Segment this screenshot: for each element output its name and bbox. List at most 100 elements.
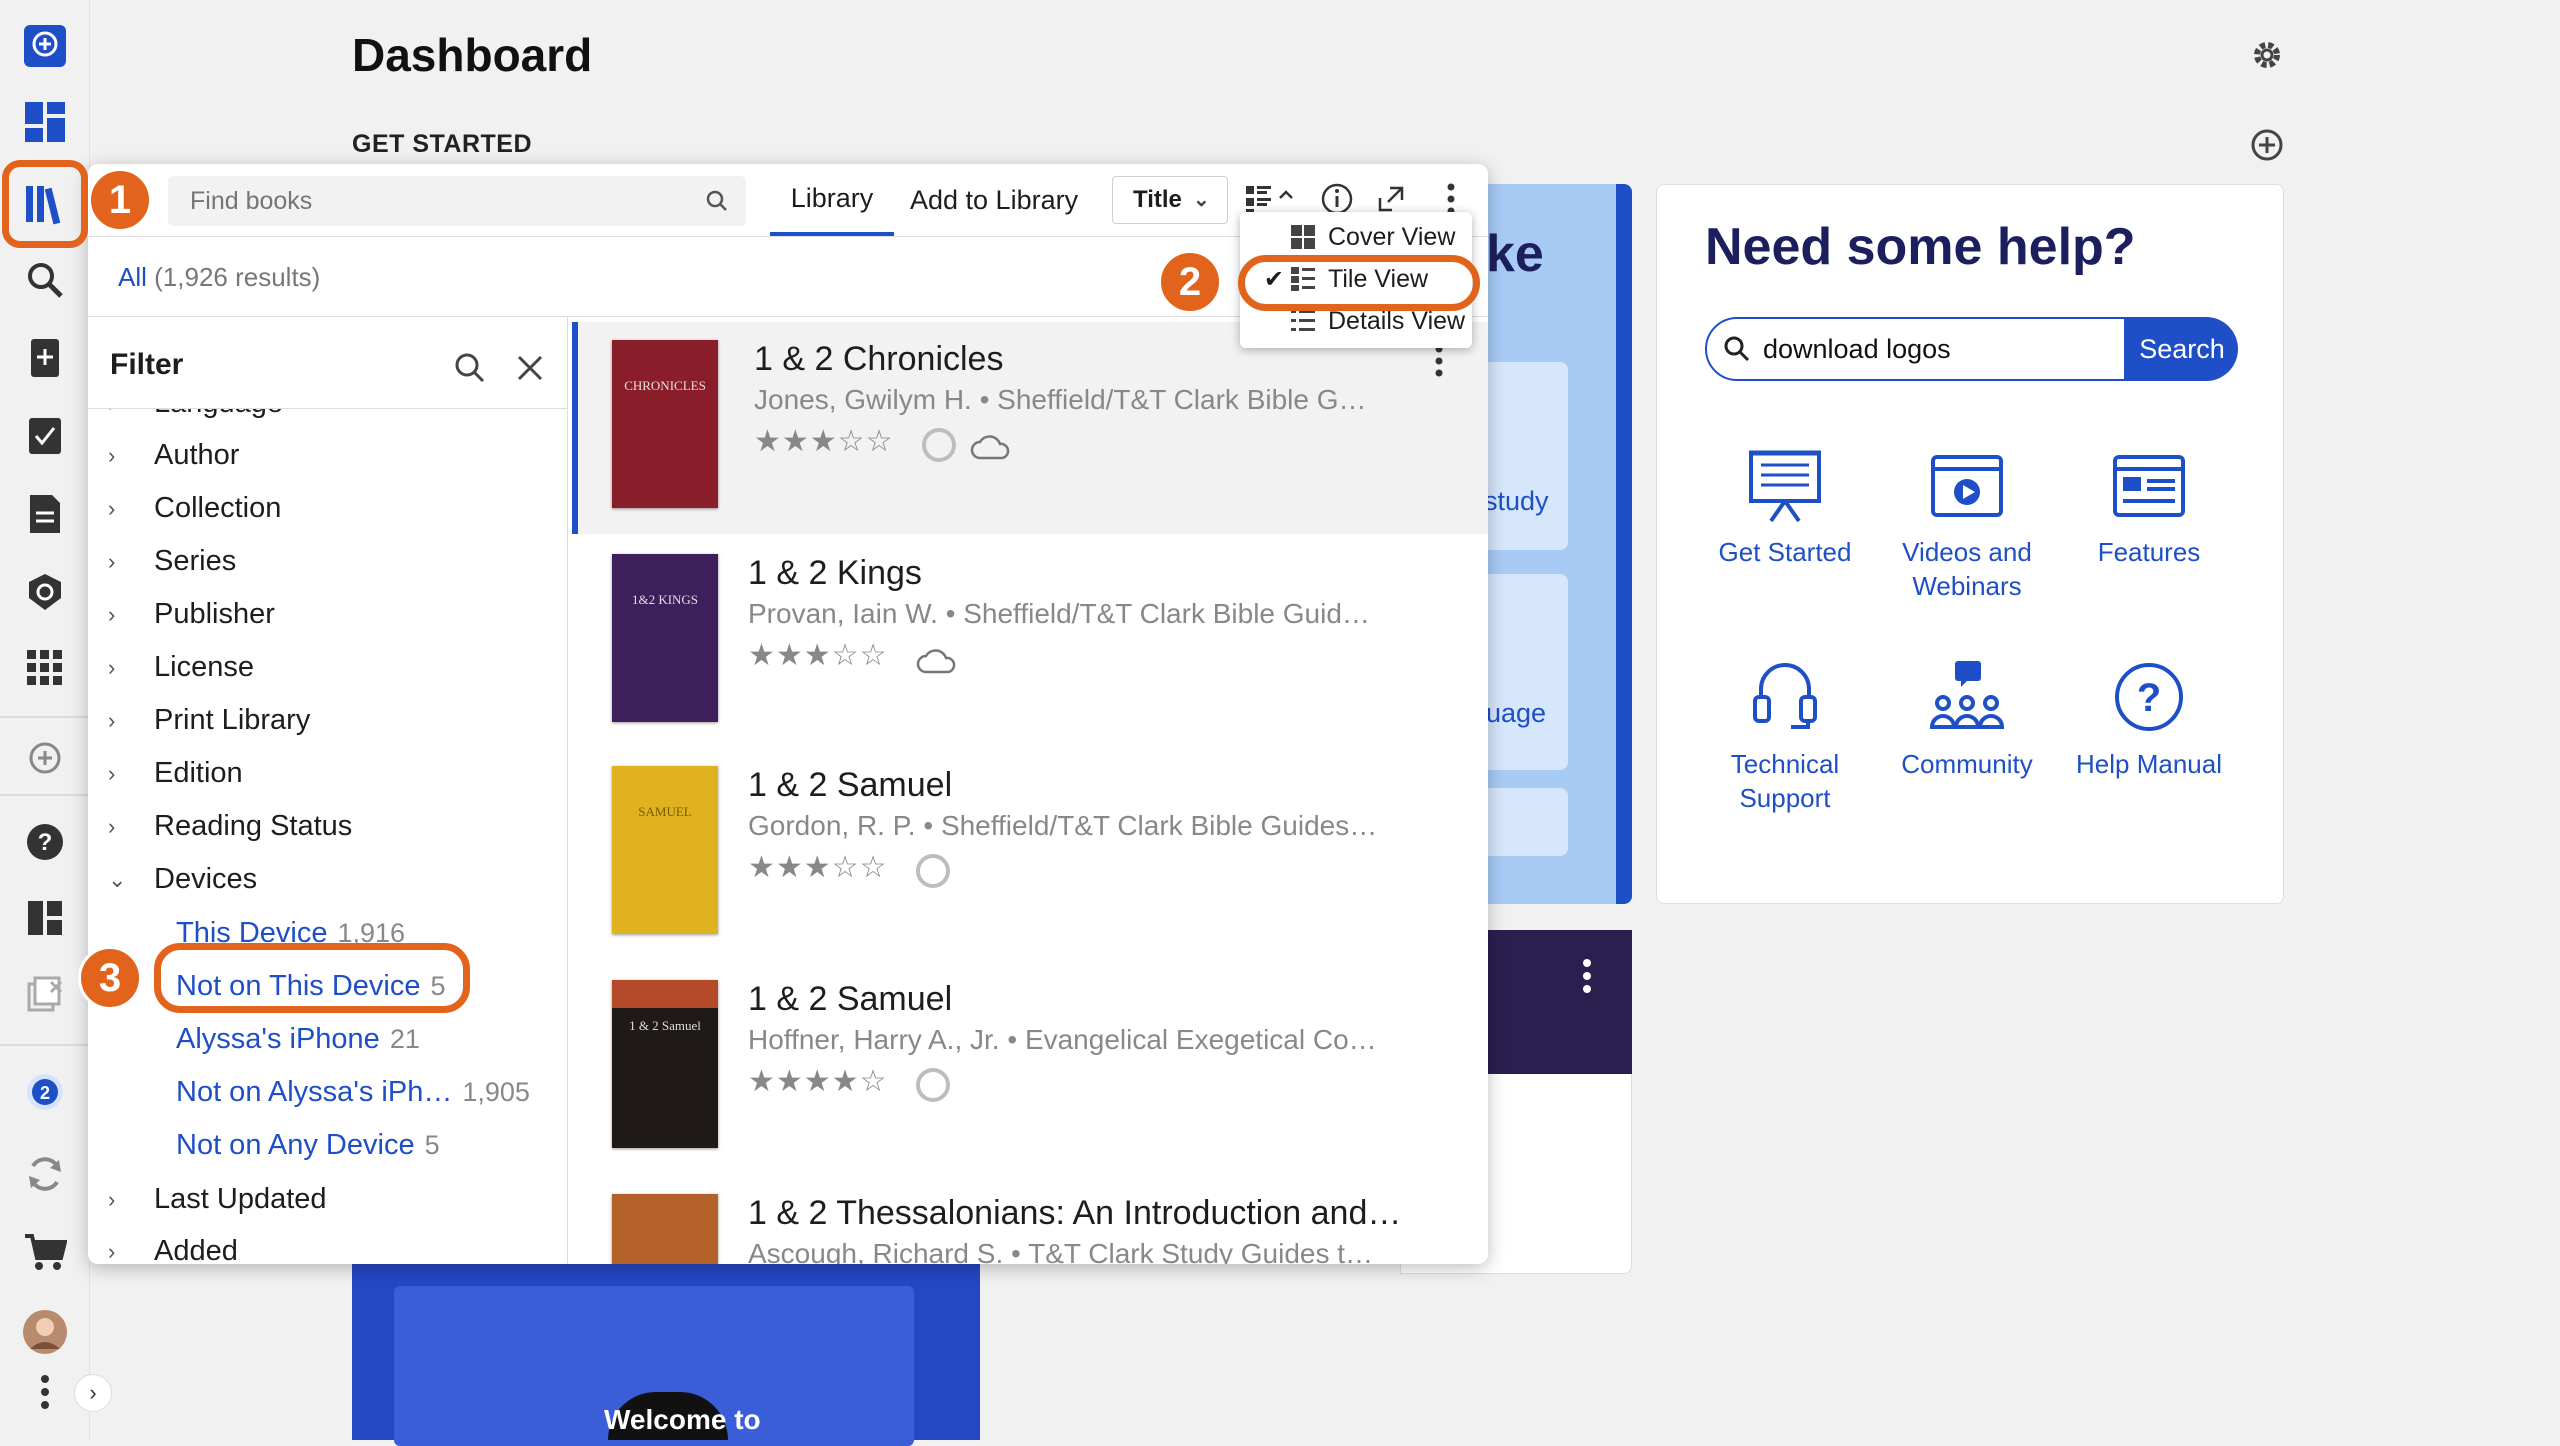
- page-title: Dashboard: [352, 29, 593, 81]
- chevron-right-icon: ›: [108, 548, 116, 574]
- add-widget-icon[interactable]: [2250, 128, 2284, 162]
- promo-tile-label: study: [1484, 486, 1549, 516]
- help-search-button[interactable]: Search: [2126, 317, 2238, 381]
- help-search-input[interactable]: download logos: [1705, 317, 2126, 381]
- add-circle-icon[interactable]: [17, 730, 73, 786]
- tab-add-to-library[interactable]: Add to Library: [910, 164, 1080, 236]
- chevron-down-icon: ⌄: [1193, 189, 1210, 211]
- device-filter-not-on-alyssas-iphone[interactable]: Not on Alyssa's iPh… 1,905: [176, 1076, 530, 1109]
- close-layout-icon[interactable]: [17, 966, 73, 1022]
- apps-grid-icon[interactable]: [17, 640, 73, 696]
- close-icon[interactable]: [516, 354, 544, 382]
- filter-item-last-updated[interactable]: › Last Updated: [108, 1183, 327, 1216]
- chevron-right-icon: ›: [108, 707, 116, 733]
- book-author: Ascough, Richard S. • T&T Clark Study Gu…: [748, 1238, 1374, 1264]
- more-vertical-icon[interactable]: [1582, 958, 1592, 994]
- find-books-field[interactable]: [168, 176, 746, 226]
- filter-item-series[interactable]: › Series: [108, 545, 236, 578]
- search-icon[interactable]: [17, 252, 73, 308]
- filter-item-publisher[interactable]: › Publisher: [108, 598, 275, 631]
- filter-item-label: License: [154, 651, 254, 683]
- sermon-icon[interactable]: [17, 564, 73, 620]
- highlight-library-icon: [2, 160, 88, 248]
- search-bubble-icon[interactable]: [17, 18, 73, 74]
- checklist-icon[interactable]: [17, 408, 73, 464]
- add-document-icon[interactable]: [17, 330, 73, 386]
- features-link[interactable]: Features: [2059, 447, 2239, 569]
- book-cover: 1&2 KINGS: [612, 554, 718, 722]
- chevron-right-icon: ›: [108, 654, 116, 680]
- device-filter-alyssas-iphone[interactable]: Alyssa's iPhone 21: [176, 1023, 420, 1056]
- more-vertical-icon[interactable]: [1446, 182, 1456, 216]
- find-books-input[interactable]: [168, 176, 668, 226]
- rating-stars[interactable]: ★★★☆☆: [748, 638, 887, 673]
- filter-item-author[interactable]: › Author: [108, 439, 239, 472]
- book-tile[interactable]: SAMUEL 1 & 2 Samuel Gordon, R. P. • Shef…: [572, 748, 1488, 960]
- rail-divider: [0, 1044, 90, 1046]
- view-toggle-icon[interactable]: [1246, 184, 1298, 214]
- video-card[interactable]: Welcome to: [352, 1262, 980, 1446]
- filter-item-added[interactable]: › Added: [108, 1235, 238, 1264]
- notifications-badge-icon[interactable]: 2: [17, 1064, 73, 1120]
- results-all-link[interactable]: All: [118, 262, 147, 292]
- rail-divider: [0, 716, 90, 718]
- technical-support-link[interactable]: Technical Support: [1695, 659, 1875, 815]
- filter-item-label: Series: [154, 545, 237, 577]
- gear-icon[interactable]: [2250, 38, 2284, 72]
- avatar[interactable]: [17, 1304, 73, 1360]
- filter-search-icon[interactable]: [454, 352, 486, 384]
- reading-progress-icon: [916, 1068, 950, 1102]
- filter-item-label: Print Library: [154, 704, 311, 736]
- filter-item-reading-status[interactable]: › Reading Status: [108, 810, 352, 843]
- expand-icon[interactable]: [1376, 184, 1406, 214]
- filter-item-license[interactable]: › License: [108, 651, 254, 684]
- book-author: Hoffner, Harry A., Jr. • Evangelical Exe…: [748, 1024, 1377, 1055]
- sync-icon[interactable]: [17, 1146, 73, 1202]
- rating-stars[interactable]: ★★★☆☆: [754, 424, 893, 459]
- community-link[interactable]: Community: [1877, 659, 2057, 781]
- cart-icon[interactable]: [17, 1224, 73, 1280]
- sort-value: Title: [1133, 186, 1182, 213]
- videos-webinars-link[interactable]: Videos and Webinars: [1877, 447, 2057, 603]
- book-title: 1 & 2 Samuel: [748, 766, 953, 804]
- book-cover: CHRONICLES: [612, 340, 718, 508]
- filter-item-devices[interactable]: ⌄ Devices: [108, 863, 257, 896]
- info-icon[interactable]: [1320, 182, 1354, 216]
- filter-item-collection[interactable]: › Collection: [108, 492, 281, 525]
- book-cover: [612, 1194, 718, 1264]
- help-icon[interactable]: ?: [17, 814, 73, 870]
- filter-item-print-library[interactable]: › Print Library: [108, 704, 310, 737]
- book-tile[interactable]: 1&2 KINGS 1 & 2 Kings Provan, Iain W. • …: [572, 536, 1488, 748]
- filter-item-label: Devices: [154, 863, 258, 895]
- book-cover-text: 1 & 2 Samuel: [629, 1018, 701, 1033]
- book-title: 1 & 2 Samuel: [748, 980, 953, 1018]
- help-item-label: Help Manual: [2076, 749, 2222, 779]
- filter-item-language[interactable]: › Language: [108, 409, 283, 420]
- video-window-icon: [1931, 455, 2003, 517]
- search-icon: [1723, 335, 1751, 363]
- more-vertical-icon[interactable]: [1434, 344, 1444, 378]
- get-started-link[interactable]: Get Started: [1695, 447, 1875, 569]
- filter-item-label: Language: [154, 409, 283, 420]
- device-filter-not-on-any-device[interactable]: Not on Any Device 5: [176, 1129, 440, 1162]
- help-manual-link[interactable]: ? Help Manual: [2059, 659, 2239, 781]
- sort-select[interactable]: Title ⌄: [1112, 176, 1228, 224]
- search-icon[interactable]: [706, 190, 728, 212]
- chevron-down-icon: ⌄: [108, 866, 127, 892]
- filter-item-edition[interactable]: › Edition: [108, 757, 243, 790]
- dashboard-icon[interactable]: [17, 94, 73, 150]
- book-tile[interactable]: 1 & 2 Thessalonians: An Introduction and…: [572, 1176, 1488, 1264]
- book-tile[interactable]: CHRONICLES 1 & 2 Chronicles Jones, Gwily…: [572, 322, 1488, 534]
- view-menu-cover-view[interactable]: Cover View: [1240, 216, 1472, 258]
- document-icon[interactable]: [17, 486, 73, 542]
- chevron-right-icon: ›: [108, 495, 116, 521]
- rating-stars[interactable]: ★★★★☆: [748, 1064, 887, 1099]
- tab-library[interactable]: Library: [770, 164, 894, 236]
- rating-stars[interactable]: ★★★☆☆: [748, 850, 887, 885]
- filter-title: Filter: [110, 348, 184, 381]
- book-tile[interactable]: 1 & 2 Samuel 1 & 2 Samuel Hoffner, Harry…: [572, 962, 1488, 1174]
- more-vertical-icon[interactable]: [17, 1364, 73, 1420]
- chevron-right-icon: ›: [108, 601, 116, 627]
- layout-icon[interactable]: [17, 890, 73, 946]
- expand-rail-button[interactable]: ›: [74, 1374, 112, 1412]
